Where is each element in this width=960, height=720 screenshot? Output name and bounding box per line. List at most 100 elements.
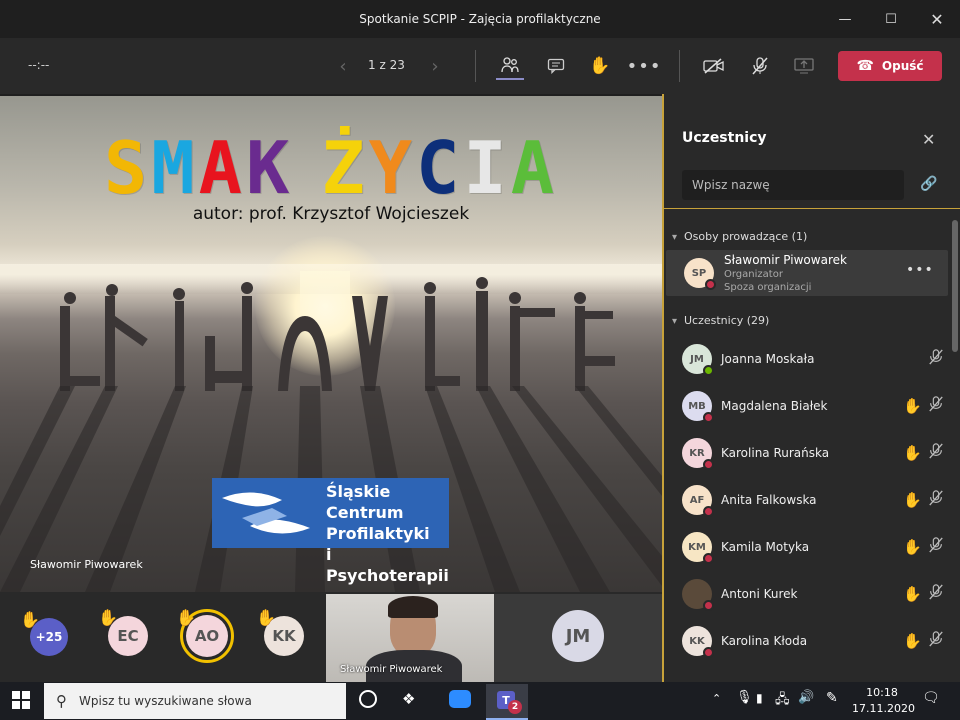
leave-button[interactable]: ☎ Opuść [838,51,942,81]
battery-icon[interactable]: ▮ [756,691,763,705]
search-input[interactable]: Wpisz nazwę [682,170,904,200]
volume-icon[interactable]: 🔊 [798,690,814,705]
taskbar-search[interactable]: ⚲ Wpisz tu wyszukiwane słowa [44,683,346,719]
slide-title-letter: S [103,126,152,210]
prev-slide-icon[interactable]: ‹ [334,54,352,78]
status-dot [703,412,714,423]
attendee-name: Magdalena Białek [721,399,828,413]
logo-text: Śląskie Centrum Profilaktyki i Psychoter… [320,478,449,585]
mic-tray-icon[interactable]: 🎙 [736,690,753,705]
toolbar-divider [679,50,680,82]
copy-link-icon[interactable]: 🔗 [920,176,937,192]
mic-muted-icon [928,631,944,651]
search-icon: ⚲ [56,692,67,710]
attendee-row[interactable]: JM Joanna Moskała [664,336,950,382]
zoom-app-icon[interactable] [449,690,471,708]
attendee-row[interactable]: Antoni Kurek ✋ [664,571,950,617]
attendees-header[interactable]: Uczestnicy (29) [684,314,769,327]
camera-off-icon[interactable] [700,52,728,80]
mic-muted-icon [928,584,944,604]
window-title: Spotkanie SCPIP - Zajęcia profilaktyczne [359,12,601,26]
more-actions-icon[interactable]: ••• [627,52,661,80]
attendee-row[interactable]: KK Karolina Kłoda ✋ [664,618,950,664]
mic-off-icon[interactable] [746,52,774,80]
attendee-row[interactable]: KM Kamila Motyka ✋ [664,524,950,570]
slide-title-letter: I [463,126,511,210]
status-dot [703,647,714,658]
attendee-initials: KR [689,447,705,459]
attendee-row[interactable]: KR Karolina Rurańska ✋ [664,430,950,476]
status-dot [705,279,716,290]
logo-line-2: Profilaktyki [326,524,430,543]
clock-time[interactable]: 10:18 [860,686,904,699]
clock-date[interactable]: 17.11.2020 [852,702,915,715]
status-dot [703,459,714,470]
network-icon[interactable]: 🖧 [775,690,790,712]
slide-title-letter: A [198,126,246,210]
attendee-initials: KK [689,635,705,647]
presenter-role: Organizator [724,269,783,280]
avatar-jm: JM [552,610,604,662]
slide-author: autor: prof. Krzysztof Wojcieszek [192,204,470,224]
chat-icon[interactable] [542,52,570,80]
panel-title: Uczestnicy [682,130,767,146]
task-view-icon[interactable]: ❖ [402,690,415,708]
avatar: MB [682,391,714,423]
slide-title-letter: C [416,126,464,210]
attendee-name: Karolina Kłoda [721,634,808,648]
windows-start-icon[interactable] [12,691,30,713]
attendee-list: JM Joanna Moskała MB Magdalena Białek ✋ KR Kar… [664,334,950,682]
maximize-icon[interactable]: ☐ [868,0,914,38]
attendee-name: Anita Falkowska [721,493,817,507]
status-dot [703,506,714,517]
mic-muted-icon [928,396,944,416]
hang-up-icon: ☎ [856,58,874,74]
avatar-tile-jm[interactable]: JM [494,594,662,682]
raised-hand-icon: ✋ [903,444,922,462]
video-tile[interactable]: Sławomir Piwowarek [326,594,494,682]
raised-hand-icon: ✋ [176,608,196,627]
close-icon[interactable]: ✕ [914,0,960,38]
attendee-name: Karolina Rurańska [721,446,830,460]
avatar: KR [682,438,714,470]
raised-hand-icon: ✋ [20,610,40,629]
more-options-icon[interactable]: ••• [906,262,934,278]
slide-title-letter: Y [368,126,417,210]
logo-mark [212,478,320,548]
share-screen-icon[interactable] [790,52,818,80]
pen-icon[interactable]: ✎ [826,690,838,706]
participant-hair [388,596,438,618]
scpip-logo: Śląskie Centrum Profilaktyki i Psychoter… [212,478,449,585]
slide-title-letter: K [245,126,294,210]
cortana-icon[interactable] [359,690,377,708]
raised-hand-icon: ✋ [903,491,922,509]
presenters-header[interactable]: Osoby prowadzące (1) [684,230,807,243]
taskbar-search-placeholder: Wpisz tu wyszukiwane słowa [79,694,252,708]
attendee-row[interactable]: AF Anita Falkowska ✋ [664,477,950,523]
close-icon[interactable]: ✕ [922,130,935,149]
slide-title-letter: A [510,126,559,210]
presenter-row[interactable]: SP Sławomir Piwowarek Organizator Spoza … [666,250,948,296]
shared-slide: SMAK ŻYCIA autor: prof. Krzysztof Wojcie… [0,96,662,592]
meeting-timer: --:-- [28,58,50,72]
attendee-initials: JM [690,353,704,365]
chevron-down-icon[interactable]: ▾ [672,316,677,327]
participants-icon[interactable] [496,52,524,80]
avatar: JM [682,344,714,376]
slide-title: SMAK ŻYCIA [0,126,662,210]
mic-muted-icon [928,443,944,463]
notifications-icon[interactable]: 🗨 [922,690,940,706]
panel-scrollbar[interactable] [952,220,958,352]
teams-app-icon[interactable]: T 2 [486,684,528,720]
status-dot [703,600,714,611]
attendee-name: Antoni Kurek [721,587,798,601]
panel-divider [664,208,960,209]
minimize-icon[interactable]: — [822,0,868,38]
raised-hand-icon: ✋ [903,397,922,415]
next-slide-icon[interactable]: › [426,54,444,78]
attendee-row[interactable]: MB Magdalena Białek ✋ [664,383,950,429]
raise-hand-icon[interactable]: ✋ [586,52,614,80]
logo-line-3: i Psychoterapii [326,545,449,585]
tray-chevron-icon[interactable]: ⌃ [712,692,721,705]
chevron-down-icon[interactable]: ▾ [672,232,677,243]
